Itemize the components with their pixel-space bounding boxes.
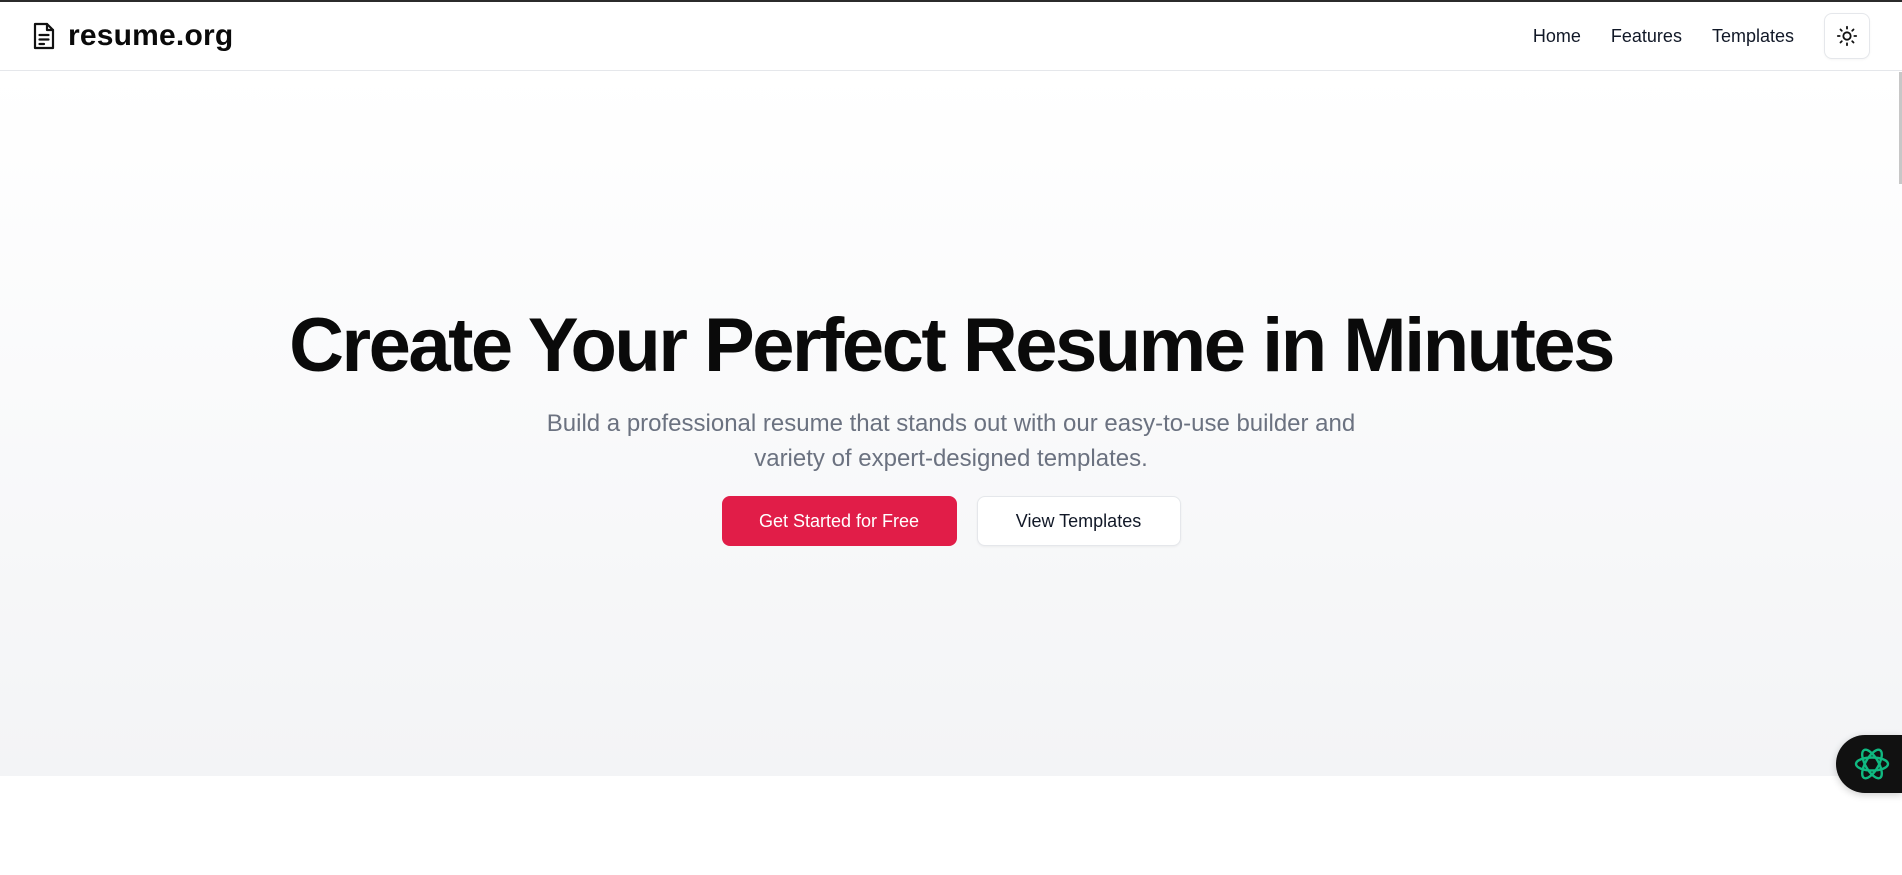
view-templates-button[interactable]: View Templates [976, 496, 1181, 546]
nav-link-features[interactable]: Features [1611, 26, 1682, 47]
navbar: resume.org Home Features Templates [0, 2, 1902, 71]
assistant-button[interactable] [1836, 735, 1902, 793]
document-icon [32, 22, 56, 50]
nav-link-home[interactable]: Home [1533, 26, 1581, 47]
brand-name: resume.org [68, 19, 234, 52]
main-nav: Home Features Templates [1533, 13, 1870, 59]
openai-assistant-icon [1852, 744, 1892, 784]
theme-toggle-button[interactable] [1824, 13, 1870, 59]
hero-section: Create Your Perfect Resume in Minutes Bu… [0, 72, 1902, 776]
sun-icon [1836, 25, 1858, 47]
hero-actions: Get Started for Free View Templates [721, 496, 1181, 546]
get-started-button[interactable]: Get Started for Free [721, 496, 957, 546]
brand[interactable]: resume.org [32, 19, 233, 53]
nav-link-templates[interactable]: Templates [1712, 26, 1794, 47]
hero-subtitle: Build a professional resume that stands … [546, 410, 1356, 472]
hero-title: Create Your Perfect Resume in Minutes [289, 303, 1615, 388]
